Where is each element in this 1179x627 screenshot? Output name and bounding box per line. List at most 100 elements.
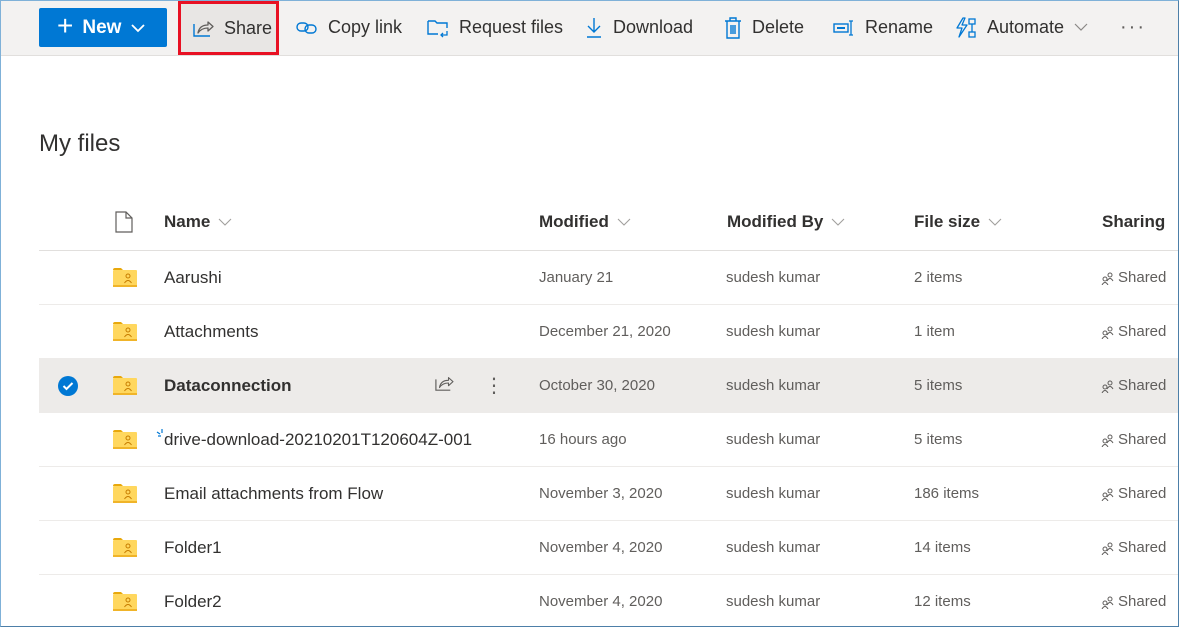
chevron-down-icon xyxy=(617,218,631,226)
sharing-status[interactable]: Shared xyxy=(1101,413,1166,466)
modified-date: 16 hours ago xyxy=(539,431,627,448)
more-options-button[interactable]: ··· xyxy=(1120,8,1146,47)
modified-by: sudesh kumar xyxy=(726,323,821,340)
modified-date: November 4, 2020 xyxy=(539,539,663,556)
people-icon xyxy=(1101,326,1114,339)
row-checkbox[interactable] xyxy=(58,359,78,412)
link-icon xyxy=(296,21,317,34)
file-list: Name Modified Modified By File size Shar… xyxy=(39,196,1179,627)
share-icon xyxy=(435,377,454,391)
people-icon xyxy=(1101,542,1114,555)
modified-date: November 3, 2020 xyxy=(539,485,663,502)
sharing-status[interactable]: Shared xyxy=(1101,305,1166,358)
column-header-sharing[interactable]: Sharing xyxy=(1102,212,1165,232)
modified-by: sudesh kumar xyxy=(726,377,821,394)
table-row[interactable]: Aarushi January 21 sudesh kumar 2 items … xyxy=(39,251,1179,305)
file-name[interactable]: Email attachments from Flow xyxy=(164,467,383,520)
share-row-button[interactable] xyxy=(434,374,454,397)
table-header: Name Modified Modified By File size Shar… xyxy=(39,196,1179,251)
trash-icon xyxy=(725,16,741,39)
column-header-modified-by[interactable]: Modified By xyxy=(727,212,845,232)
file-name[interactable]: Folder2 xyxy=(164,575,222,627)
plus-icon: + xyxy=(57,10,74,41)
new-button-label: New xyxy=(82,16,122,38)
request-files-button[interactable]: Request files xyxy=(427,8,563,47)
automate-icon xyxy=(956,16,976,38)
modified-by: sudesh kumar xyxy=(726,431,821,448)
folder-icon xyxy=(113,305,137,358)
download-label: Download xyxy=(613,17,694,37)
file-name[interactable]: Aarushi xyxy=(164,251,222,304)
request-files-icon xyxy=(427,19,448,37)
modified-date: October 30, 2020 xyxy=(539,377,655,394)
table-row[interactable]: Folder2 November 4, 2020 sudesh kumar 12… xyxy=(39,575,1179,627)
table-row[interactable]: Email attachments from Flow November 3, … xyxy=(39,467,1179,521)
folder-icon xyxy=(113,359,137,412)
people-icon xyxy=(1101,272,1114,285)
chevron-down-icon xyxy=(988,218,1002,226)
file-name[interactable]: drive-download-20210201T120604Z-001 xyxy=(164,413,472,466)
sharing-status[interactable]: Shared xyxy=(1101,521,1166,574)
file-size: 5 items xyxy=(914,431,963,448)
table-body: Aarushi January 21 sudesh kumar 2 items … xyxy=(39,251,1179,627)
new-button[interactable]: + New xyxy=(39,8,167,47)
download-button[interactable]: Download xyxy=(585,8,693,47)
modified-by: sudesh kumar xyxy=(726,269,821,286)
more-icon: ··· xyxy=(1120,16,1146,38)
table-row[interactable]: Folder1 November 4, 2020 sudesh kumar 14… xyxy=(39,521,1179,575)
more-vertical-icon[interactable]: ⋮ xyxy=(484,376,504,396)
rename-label: Rename xyxy=(865,17,934,37)
modified-by: sudesh kumar xyxy=(726,485,821,502)
copy-link-label: Copy link xyxy=(328,17,403,37)
file-size: 5 items xyxy=(914,377,963,394)
copy-link-button[interactable]: Copy link xyxy=(296,8,402,47)
chevron-down-icon xyxy=(1074,23,1088,31)
sharing-status[interactable]: Shared xyxy=(1101,575,1166,627)
modified-date: December 21, 2020 xyxy=(539,323,671,340)
chevron-down-icon xyxy=(131,17,146,39)
folder-icon xyxy=(113,251,137,304)
chevron-down-icon xyxy=(218,218,232,226)
file-size: 186 items xyxy=(914,485,980,502)
file-size: 14 items xyxy=(914,539,971,556)
people-icon xyxy=(1101,380,1114,393)
automate-button[interactable]: Automate xyxy=(955,8,1088,47)
page-title: My files xyxy=(39,130,121,157)
new-item-icon xyxy=(156,424,166,442)
row-actions: ⋮ xyxy=(434,359,504,412)
checkmark-circle-icon xyxy=(58,375,78,396)
file-size: 2 items xyxy=(914,269,963,286)
command-bar: + New Share Copy link Request files Down… xyxy=(0,0,1179,56)
file-name[interactable]: Folder1 xyxy=(164,521,222,574)
document-icon xyxy=(115,211,133,233)
chevron-down-icon xyxy=(831,218,845,226)
modified-by: sudesh kumar xyxy=(726,593,821,610)
sharing-status[interactable]: Shared xyxy=(1101,467,1166,520)
sharing-status[interactable]: Shared xyxy=(1101,359,1166,412)
folder-icon xyxy=(113,521,137,574)
table-row[interactable]: drive-download-20210201T120604Z-001 16 h… xyxy=(39,413,1179,467)
column-header-name[interactable]: Name xyxy=(164,212,232,232)
rename-button[interactable]: Rename xyxy=(833,8,933,47)
share-label: Share xyxy=(224,17,273,38)
column-header-file-size[interactable]: File size xyxy=(914,212,1002,232)
download-icon xyxy=(587,17,601,38)
share-icon xyxy=(193,21,214,37)
delete-button[interactable]: Delete xyxy=(724,8,804,47)
folder-icon xyxy=(113,467,137,520)
modified-by: sudesh kumar xyxy=(726,539,821,556)
file-name[interactable]: Attachments xyxy=(164,305,259,358)
table-row[interactable]: Attachments December 21, 2020 sudesh kum… xyxy=(39,305,1179,359)
column-header-modified[interactable]: Modified xyxy=(539,212,631,232)
share-button[interactable]: Share xyxy=(178,1,279,55)
rename-icon xyxy=(833,19,853,36)
sharing-status[interactable]: Shared xyxy=(1101,251,1166,304)
file-type-header[interactable] xyxy=(115,211,133,233)
modified-date: January 21 xyxy=(539,269,614,286)
delete-label: Delete xyxy=(752,17,805,37)
file-name[interactable]: Dataconnection xyxy=(164,359,292,412)
people-icon xyxy=(1101,488,1114,501)
table-row[interactable]: Dataconnection October 30, 2020 sudesh k… xyxy=(39,359,1179,413)
people-icon xyxy=(1101,434,1114,447)
people-icon xyxy=(1101,596,1114,609)
